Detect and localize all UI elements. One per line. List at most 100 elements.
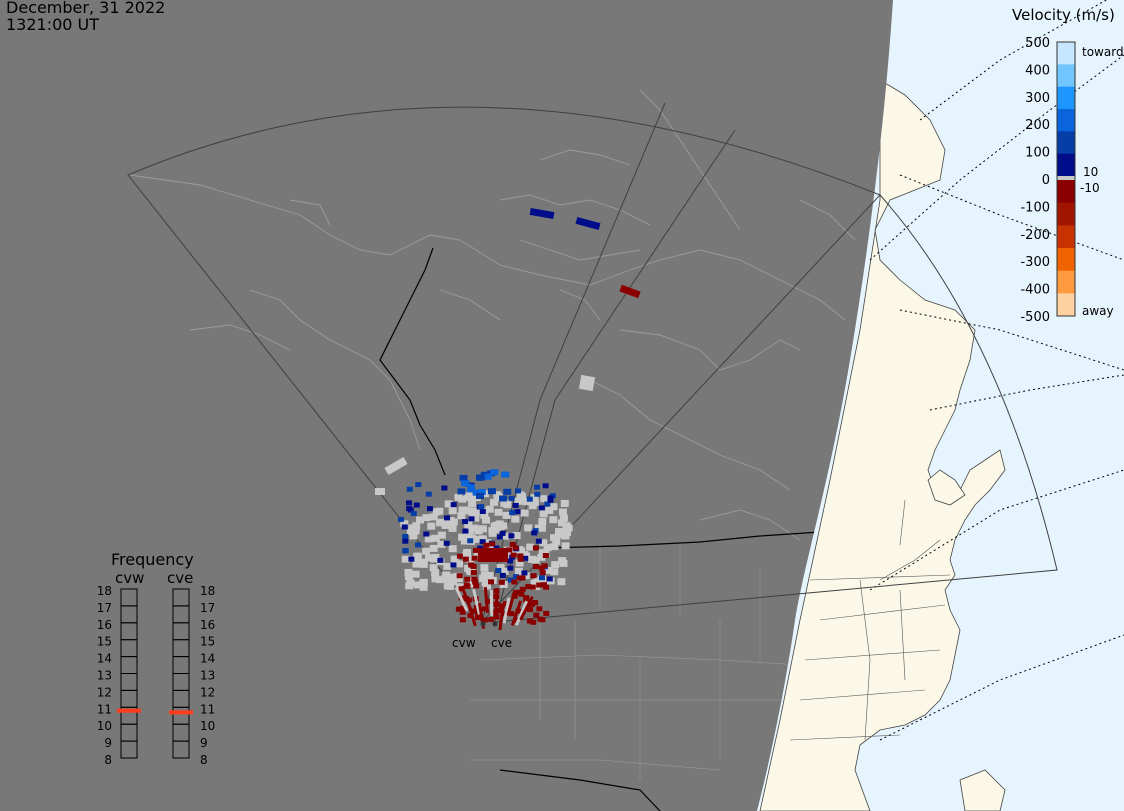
velocity-cell bbox=[427, 522, 436, 530]
velocity-cell bbox=[499, 572, 506, 578]
velocity-cell bbox=[448, 578, 457, 586]
velocity-cell bbox=[517, 553, 524, 559]
velocity-cell bbox=[559, 559, 568, 567]
velocity-cell bbox=[413, 552, 422, 560]
velocity-cell bbox=[540, 495, 549, 503]
colorbar-swatch-toward bbox=[1057, 109, 1075, 132]
frequency-tick-left: 9 bbox=[104, 736, 112, 750]
colorbar-swatch-away bbox=[1057, 202, 1075, 226]
velocity-cell bbox=[520, 509, 529, 517]
velocity-cell bbox=[448, 545, 457, 553]
velocity-cell bbox=[422, 547, 431, 555]
velocity-cell bbox=[441, 575, 450, 583]
velocity-cell bbox=[490, 469, 499, 476]
velocity-cell bbox=[558, 508, 567, 516]
frequency-tick-right: 13 bbox=[200, 669, 215, 683]
velocity-cell bbox=[470, 570, 477, 576]
frequency-tick-right: 9 bbox=[200, 736, 208, 750]
velocity-cell bbox=[479, 509, 486, 515]
velocity-cell bbox=[555, 528, 571, 536]
velocity-cell bbox=[510, 552, 517, 558]
velocity-cell bbox=[471, 576, 478, 582]
velocity-cell bbox=[498, 579, 505, 585]
velocity-cell bbox=[511, 579, 518, 585]
velocity-cell bbox=[487, 488, 496, 495]
frequency-tick-right: 8 bbox=[200, 753, 208, 767]
velocity-cell bbox=[456, 573, 463, 579]
velocity-cell bbox=[546, 576, 553, 582]
velocity-cell bbox=[429, 564, 438, 572]
velocity-cell bbox=[514, 488, 521, 494]
velocity-cell bbox=[534, 484, 541, 490]
velocity-cell bbox=[456, 553, 463, 559]
frequency-tick-left: 16 bbox=[97, 618, 112, 632]
radar-site-cve bbox=[492, 621, 498, 627]
velocity-cell bbox=[478, 548, 508, 562]
velocity-cell bbox=[485, 505, 494, 513]
colorbar-tick-label: 300 bbox=[1025, 91, 1050, 106]
velocity-cell bbox=[450, 562, 457, 568]
velocity-cell bbox=[532, 545, 539, 551]
velocity-cell bbox=[405, 582, 414, 590]
velocity-cell bbox=[516, 575, 523, 581]
frequency-station-cve: cve bbox=[167, 569, 193, 587]
velocity-cell bbox=[538, 517, 547, 525]
frequency-tick-left: 15 bbox=[97, 635, 112, 649]
velocity-cell bbox=[462, 556, 469, 562]
velocity-cell bbox=[410, 511, 417, 517]
velocity-cell bbox=[450, 502, 457, 508]
velocity-cell bbox=[468, 509, 477, 517]
velocity-cell bbox=[437, 557, 444, 563]
velocity-cell bbox=[432, 508, 441, 516]
velocity-cell bbox=[431, 575, 440, 583]
frequency-tick-right: 14 bbox=[200, 652, 215, 666]
colorbar-swatch-toward bbox=[1057, 131, 1075, 155]
velocity-cell bbox=[457, 488, 466, 495]
velocity-cell bbox=[462, 519, 469, 525]
header-date: December, 31 2022 bbox=[6, 0, 166, 17]
colorbar-tick-label: 400 bbox=[1025, 63, 1050, 78]
velocity-cell bbox=[441, 485, 448, 491]
velocity-cell bbox=[538, 565, 545, 571]
velocity-cell bbox=[547, 497, 554, 503]
colorbar-swatch-away bbox=[1057, 225, 1075, 249]
velocity-cell bbox=[535, 538, 542, 544]
velocity-cell bbox=[533, 612, 540, 618]
velocity-cell bbox=[468, 562, 475, 568]
velocity-cell bbox=[509, 510, 516, 516]
frequency-tick-left: 10 bbox=[97, 719, 112, 733]
velocity-cell bbox=[509, 541, 516, 547]
colorbar-tick-label: 100 bbox=[1025, 146, 1050, 161]
velocity-cell bbox=[467, 538, 474, 544]
velocity-colorbar-swatches bbox=[1057, 42, 1075, 317]
map-canvas: cvw cve Velocity (m/s) 500 400 300 200 100 0 -… bbox=[0, 0, 1124, 811]
velocity-cell bbox=[518, 493, 527, 501]
velocity-cell bbox=[426, 506, 433, 512]
velocity-cell bbox=[539, 570, 546, 576]
velocity-cell bbox=[459, 474, 468, 481]
radar-label-cvw: cvw bbox=[452, 636, 476, 650]
velocity-cell bbox=[415, 542, 422, 548]
colorbar-swatch-away bbox=[1057, 248, 1075, 272]
velocity-cell bbox=[375, 488, 385, 495]
velocity-cell bbox=[402, 548, 409, 554]
velocity-cell bbox=[425, 491, 432, 497]
velocity-cell bbox=[551, 561, 560, 569]
frequency-tick-right: 11 bbox=[200, 702, 215, 716]
velocity-cell bbox=[503, 488, 512, 495]
frequency-tick-left: 18 bbox=[97, 584, 112, 598]
frequency-tick-right: 15 bbox=[200, 635, 215, 649]
velocity-cell bbox=[411, 570, 420, 578]
frequency-station-cvw: cvw bbox=[115, 569, 144, 587]
velocity-cell bbox=[538, 505, 545, 511]
velocity-cell bbox=[549, 516, 558, 524]
velocity-cell bbox=[512, 502, 519, 508]
velocity-cell bbox=[464, 493, 473, 501]
velocity-cell bbox=[532, 563, 539, 569]
velocity-cell bbox=[508, 533, 515, 539]
velocity-cell bbox=[431, 534, 440, 542]
frequency-tick-right: 17 bbox=[200, 601, 215, 615]
velocity-cell bbox=[526, 496, 533, 502]
velocity-cell bbox=[404, 568, 413, 576]
velocity-cell bbox=[531, 556, 540, 564]
